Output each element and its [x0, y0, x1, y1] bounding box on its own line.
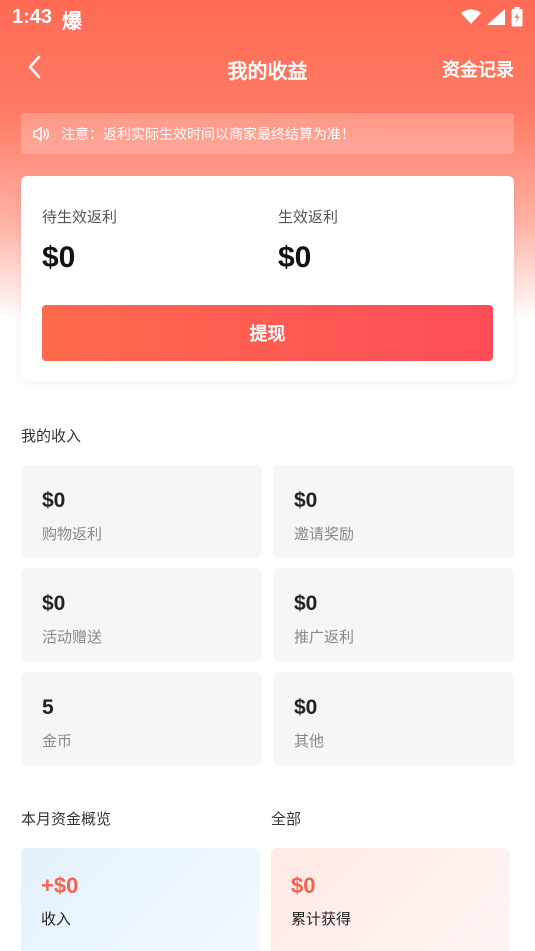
income-tile-value: $0: [294, 489, 318, 512]
overview-total-label: 累计获得: [291, 911, 352, 928]
monthly-overview-title: 本月资金概览: [21, 811, 112, 828]
battery-icon: [511, 7, 523, 27]
speaker-icon: [33, 126, 51, 142]
earnings-summary-card: 待生效返利 $0 生效返利 $0 提现: [21, 176, 514, 381]
my-income-title: 我的收入: [21, 428, 82, 445]
income-tile-label: 购物返利: [42, 526, 103, 543]
wifi-icon: [461, 9, 481, 24]
effective-rebate: 生效返利 $0: [278, 206, 338, 275]
income-tile-label: 邀请奖励: [294, 526, 355, 543]
overview-income-label: 收入: [41, 911, 72, 928]
notice-text: 注意：返利实际生效时间以商家最终结算为准！: [61, 125, 355, 142]
overview-filter[interactable]: 全部: [271, 808, 301, 829]
income-tile-value: $0: [42, 489, 66, 512]
effective-rebate-value: $0: [278, 241, 312, 274]
income-tile-label: 金币: [42, 733, 73, 750]
overview-total-value: $0: [291, 873, 316, 898]
income-tile-value: 5: [42, 696, 54, 719]
income-tile-other[interactable]: $0 其他: [273, 672, 514, 765]
overview-card-income: +$0 收入: [21, 848, 260, 951]
income-tile-invite[interactable]: $0 邀请奖励: [273, 465, 514, 558]
signal-icon: [487, 9, 505, 25]
status-icons: [461, 7, 523, 27]
income-tile-shopping[interactable]: $0 购物返利: [21, 465, 262, 558]
status-time: 1:43: [12, 6, 53, 28]
pending-rebate-label: 待生效返利: [42, 209, 118, 226]
pending-rebate: 待生效返利 $0: [42, 206, 117, 275]
status-notification-glyph: 爆: [62, 11, 82, 33]
pending-rebate-value: $0: [42, 241, 76, 274]
overview-card-total: $0 累计获得: [271, 848, 510, 951]
income-tile-promotion[interactable]: $0 推广返利: [273, 568, 514, 661]
income-tile-label: 其他: [294, 733, 325, 750]
status-bar: 1:43 爆: [0, 0, 535, 36]
income-tile-label: 推广返利: [294, 629, 355, 646]
withdraw-button[interactable]: 提现: [42, 305, 493, 361]
notice-banner: 注意：返利实际生效时间以商家最终结算为准！: [21, 113, 514, 154]
income-tile-coins[interactable]: 5 金币: [21, 672, 262, 765]
income-tile-value: $0: [294, 696, 318, 719]
overview-income-value: +$0: [41, 873, 79, 898]
income-tile-value: $0: [294, 592, 318, 615]
nav-bar: 我的收益 资金记录: [0, 44, 535, 90]
effective-rebate-label: 生效返利: [278, 209, 339, 226]
income-tile-activity[interactable]: $0 活动赠送: [21, 568, 262, 661]
income-tile-value: $0: [42, 592, 66, 615]
fund-records-link[interactable]: 资金记录: [442, 56, 514, 82]
income-tile-label: 活动赠送: [42, 629, 103, 646]
